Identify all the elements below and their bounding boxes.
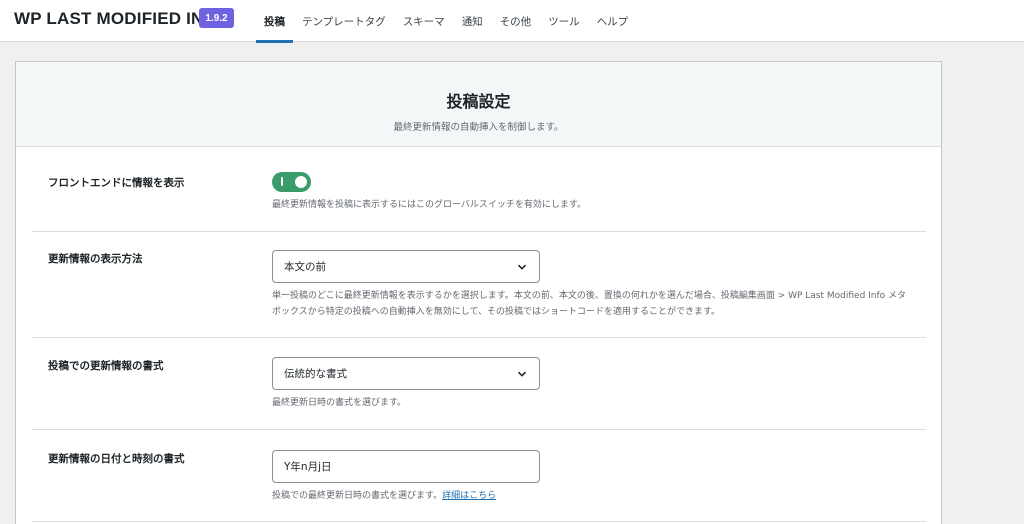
page-title: 投稿設定 <box>446 92 511 111</box>
nav-tabs: 投稿 テンプレートタグ スキーマ 通知 その他 ツール ヘルプ <box>256 0 637 43</box>
setting-description: 最終更新日時の書式を選びます。 <box>272 398 407 408</box>
tab-schema[interactable]: スキーマ <box>395 0 453 42</box>
setting-row-datetime-format: 更新情報の日付と時刻の書式 Y年n月j日 投稿での最終更新日時の書式を選びます。… <box>32 430 926 522</box>
top-header: WP LAST MODIFIED INFO 1.9.2 投稿 テンプレートタグ … <box>0 0 1024 43</box>
setting-label: フロントエンドに情報を表示 <box>48 177 185 189</box>
select-value: 伝統的な書式 <box>284 368 347 380</box>
chevron-down-icon <box>517 371 527 377</box>
tab-posts[interactable]: 投稿 <box>256 0 293 43</box>
page-subtitle: 最終更新情報の自動挿入を制御します。 <box>393 122 564 133</box>
version-badge: 1.9.2 <box>199 8 234 28</box>
setting-label: 更新情報の表示方法 <box>48 253 143 265</box>
tab-template-tags[interactable]: テンプレートタグ <box>294 0 394 42</box>
setting-label: 投稿での更新情報の書式 <box>48 360 164 372</box>
display-method-select[interactable]: 本文の前 <box>272 250 540 283</box>
setting-row-display-method: 更新情報の表示方法 本文の前 単一投稿のどこに最終更新情報を表示するかを選択しま… <box>32 232 926 338</box>
tab-tools[interactable]: ツール <box>540 0 588 42</box>
tab-notifications[interactable]: 通知 <box>454 0 491 42</box>
learn-more-link[interactable]: 詳細はこちら <box>442 491 496 501</box>
setting-description: 単一投稿のどこに最終更新情報を表示するかを選択します。本文の前、本文の後、置換の… <box>272 291 907 317</box>
card-header: 投稿設定 最終更新情報の自動挿入を制御します。 <box>16 62 941 147</box>
frontend-toggle[interactable] <box>272 172 311 192</box>
description-text: 投稿での最終更新日時の書式を選びます。 <box>272 491 443 501</box>
tab-misc[interactable]: その他 <box>492 0 540 42</box>
setting-label: 更新情報の日付と時刻の書式 <box>48 453 185 465</box>
toggle-knob <box>295 176 307 188</box>
post-format-select[interactable]: 伝統的な書式 <box>272 357 540 390</box>
chevron-down-icon <box>517 264 527 270</box>
datetime-format-input[interactable]: Y年n月j日 <box>272 450 540 483</box>
input-value: Y年n月j日 <box>284 461 332 473</box>
select-value: 本文の前 <box>284 261 326 273</box>
settings-card: 投稿設定 最終更新情報の自動挿入を制御します。 フロントエンドに情報を表示 最終… <box>15 61 942 524</box>
toggle-on-mark <box>281 177 283 186</box>
plugin-title: WP LAST MODIFIED INFO <box>14 9 228 28</box>
setting-row-frontend: フロントエンドに情報を表示 最終更新情報を投稿に表示するにはこのグローバルスイッ… <box>32 148 926 232</box>
setting-description: 最終更新情報を投稿に表示するにはこのグローバルスイッチを有効にします。 <box>272 200 587 210</box>
tab-help[interactable]: ヘルプ <box>589 0 637 42</box>
setting-description: 投稿での最終更新日時の書式を選びます。詳細はこちら <box>272 488 912 504</box>
setting-row-post-format: 投稿での更新情報の書式 伝統的な書式 最終更新日時の書式を選びます。 <box>32 338 926 430</box>
